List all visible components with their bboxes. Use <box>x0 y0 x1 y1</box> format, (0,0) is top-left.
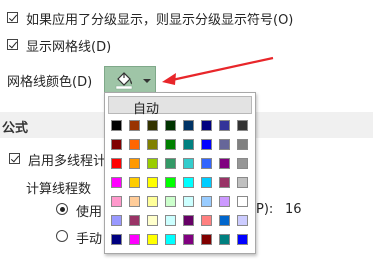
gridline-color-button[interactable] <box>104 66 156 93</box>
color-swatch[interactable] <box>201 215 212 226</box>
color-swatch[interactable] <box>201 139 212 150</box>
use-all-radio[interactable] <box>56 203 68 215</box>
outline-symbols-label: 如果应用了分级显示，则显示分级显示符号(O) <box>26 13 294 28</box>
color-swatch[interactable] <box>129 158 140 169</box>
color-swatch[interactable] <box>129 139 140 150</box>
color-swatch[interactable] <box>111 177 122 188</box>
color-swatch[interactable] <box>219 158 230 169</box>
color-swatch[interactable] <box>147 120 158 131</box>
color-swatch[interactable] <box>165 215 176 226</box>
color-swatch[interactable] <box>183 139 194 150</box>
gridlines-label: 显示网格线(D) <box>26 40 112 55</box>
color-swatch[interactable] <box>111 234 122 245</box>
color-swatch[interactable] <box>165 120 176 131</box>
color-swatch[interactable] <box>111 215 122 226</box>
color-swatch[interactable] <box>237 158 248 169</box>
color-swatch[interactable] <box>147 234 158 245</box>
color-swatch[interactable] <box>147 215 158 226</box>
color-swatch[interactable] <box>201 120 212 131</box>
use-all-suffix: P): <box>256 202 274 217</box>
color-swatch[interactable] <box>237 234 248 245</box>
color-swatch[interactable] <box>219 215 230 226</box>
color-swatch[interactable] <box>219 177 230 188</box>
color-swatch[interactable] <box>201 196 212 207</box>
threads-label: 计算线程数 <box>26 182 92 197</box>
manual-label: 手动 <box>76 232 103 247</box>
color-swatch[interactable] <box>237 177 248 188</box>
formulas-section-title: 公式 <box>2 121 29 136</box>
color-swatch[interactable] <box>183 158 194 169</box>
color-swatch[interactable] <box>219 234 230 245</box>
multithread-label: 启用多线程计 <box>28 154 107 169</box>
color-swatch[interactable] <box>147 177 158 188</box>
automatic-color-option[interactable]: 自动 <box>108 96 252 117</box>
color-swatch[interactable] <box>111 158 122 169</box>
color-swatch[interactable] <box>165 139 176 150</box>
gridlines-checkbox[interactable] <box>7 39 18 50</box>
color-swatch[interactable] <box>201 177 212 188</box>
manual-radio[interactable] <box>56 230 68 242</box>
color-swatch[interactable] <box>183 234 194 245</box>
color-swatch[interactable] <box>129 234 140 245</box>
color-swatch[interactable] <box>219 120 230 131</box>
use-all-label: 使用 <box>76 205 103 220</box>
color-swatch[interactable] <box>237 215 248 226</box>
color-swatch[interactable] <box>111 139 122 150</box>
multithread-checkbox[interactable] <box>9 153 20 164</box>
color-swatch[interactable] <box>219 139 230 150</box>
chevron-down-icon <box>143 79 151 83</box>
color-swatch[interactable] <box>183 120 194 131</box>
color-swatch[interactable] <box>111 196 122 207</box>
fill-bucket-icon <box>115 72 133 90</box>
automatic-color-label: 自动 <box>133 102 160 117</box>
color-swatch[interactable] <box>165 177 176 188</box>
color-swatch[interactable] <box>129 196 140 207</box>
color-swatch[interactable] <box>183 215 194 226</box>
color-swatch[interactable] <box>165 196 176 207</box>
color-swatch[interactable] <box>129 177 140 188</box>
color-swatch[interactable] <box>201 234 212 245</box>
outline-symbols-checkbox[interactable] <box>7 12 18 23</box>
thread-count: 16 <box>285 202 302 217</box>
color-swatch[interactable] <box>111 120 122 131</box>
gridline-color-label: 网格线颜色(D) <box>7 75 93 90</box>
color-swatch[interactable] <box>219 196 230 207</box>
color-swatch[interactable] <box>165 158 176 169</box>
color-swatch[interactable] <box>237 196 248 207</box>
color-swatch[interactable] <box>237 120 248 131</box>
color-swatch[interactable] <box>129 120 140 131</box>
color-swatch[interactable] <box>201 158 212 169</box>
color-swatch[interactable] <box>183 196 194 207</box>
color-swatch[interactable] <box>147 196 158 207</box>
color-swatch[interactable] <box>147 158 158 169</box>
color-swatch[interactable] <box>147 139 158 150</box>
color-swatch[interactable] <box>183 177 194 188</box>
color-swatch[interactable] <box>129 215 140 226</box>
color-picker-popup: 自动 <box>104 92 256 254</box>
color-swatch[interactable] <box>165 234 176 245</box>
color-swatch[interactable] <box>237 139 248 150</box>
